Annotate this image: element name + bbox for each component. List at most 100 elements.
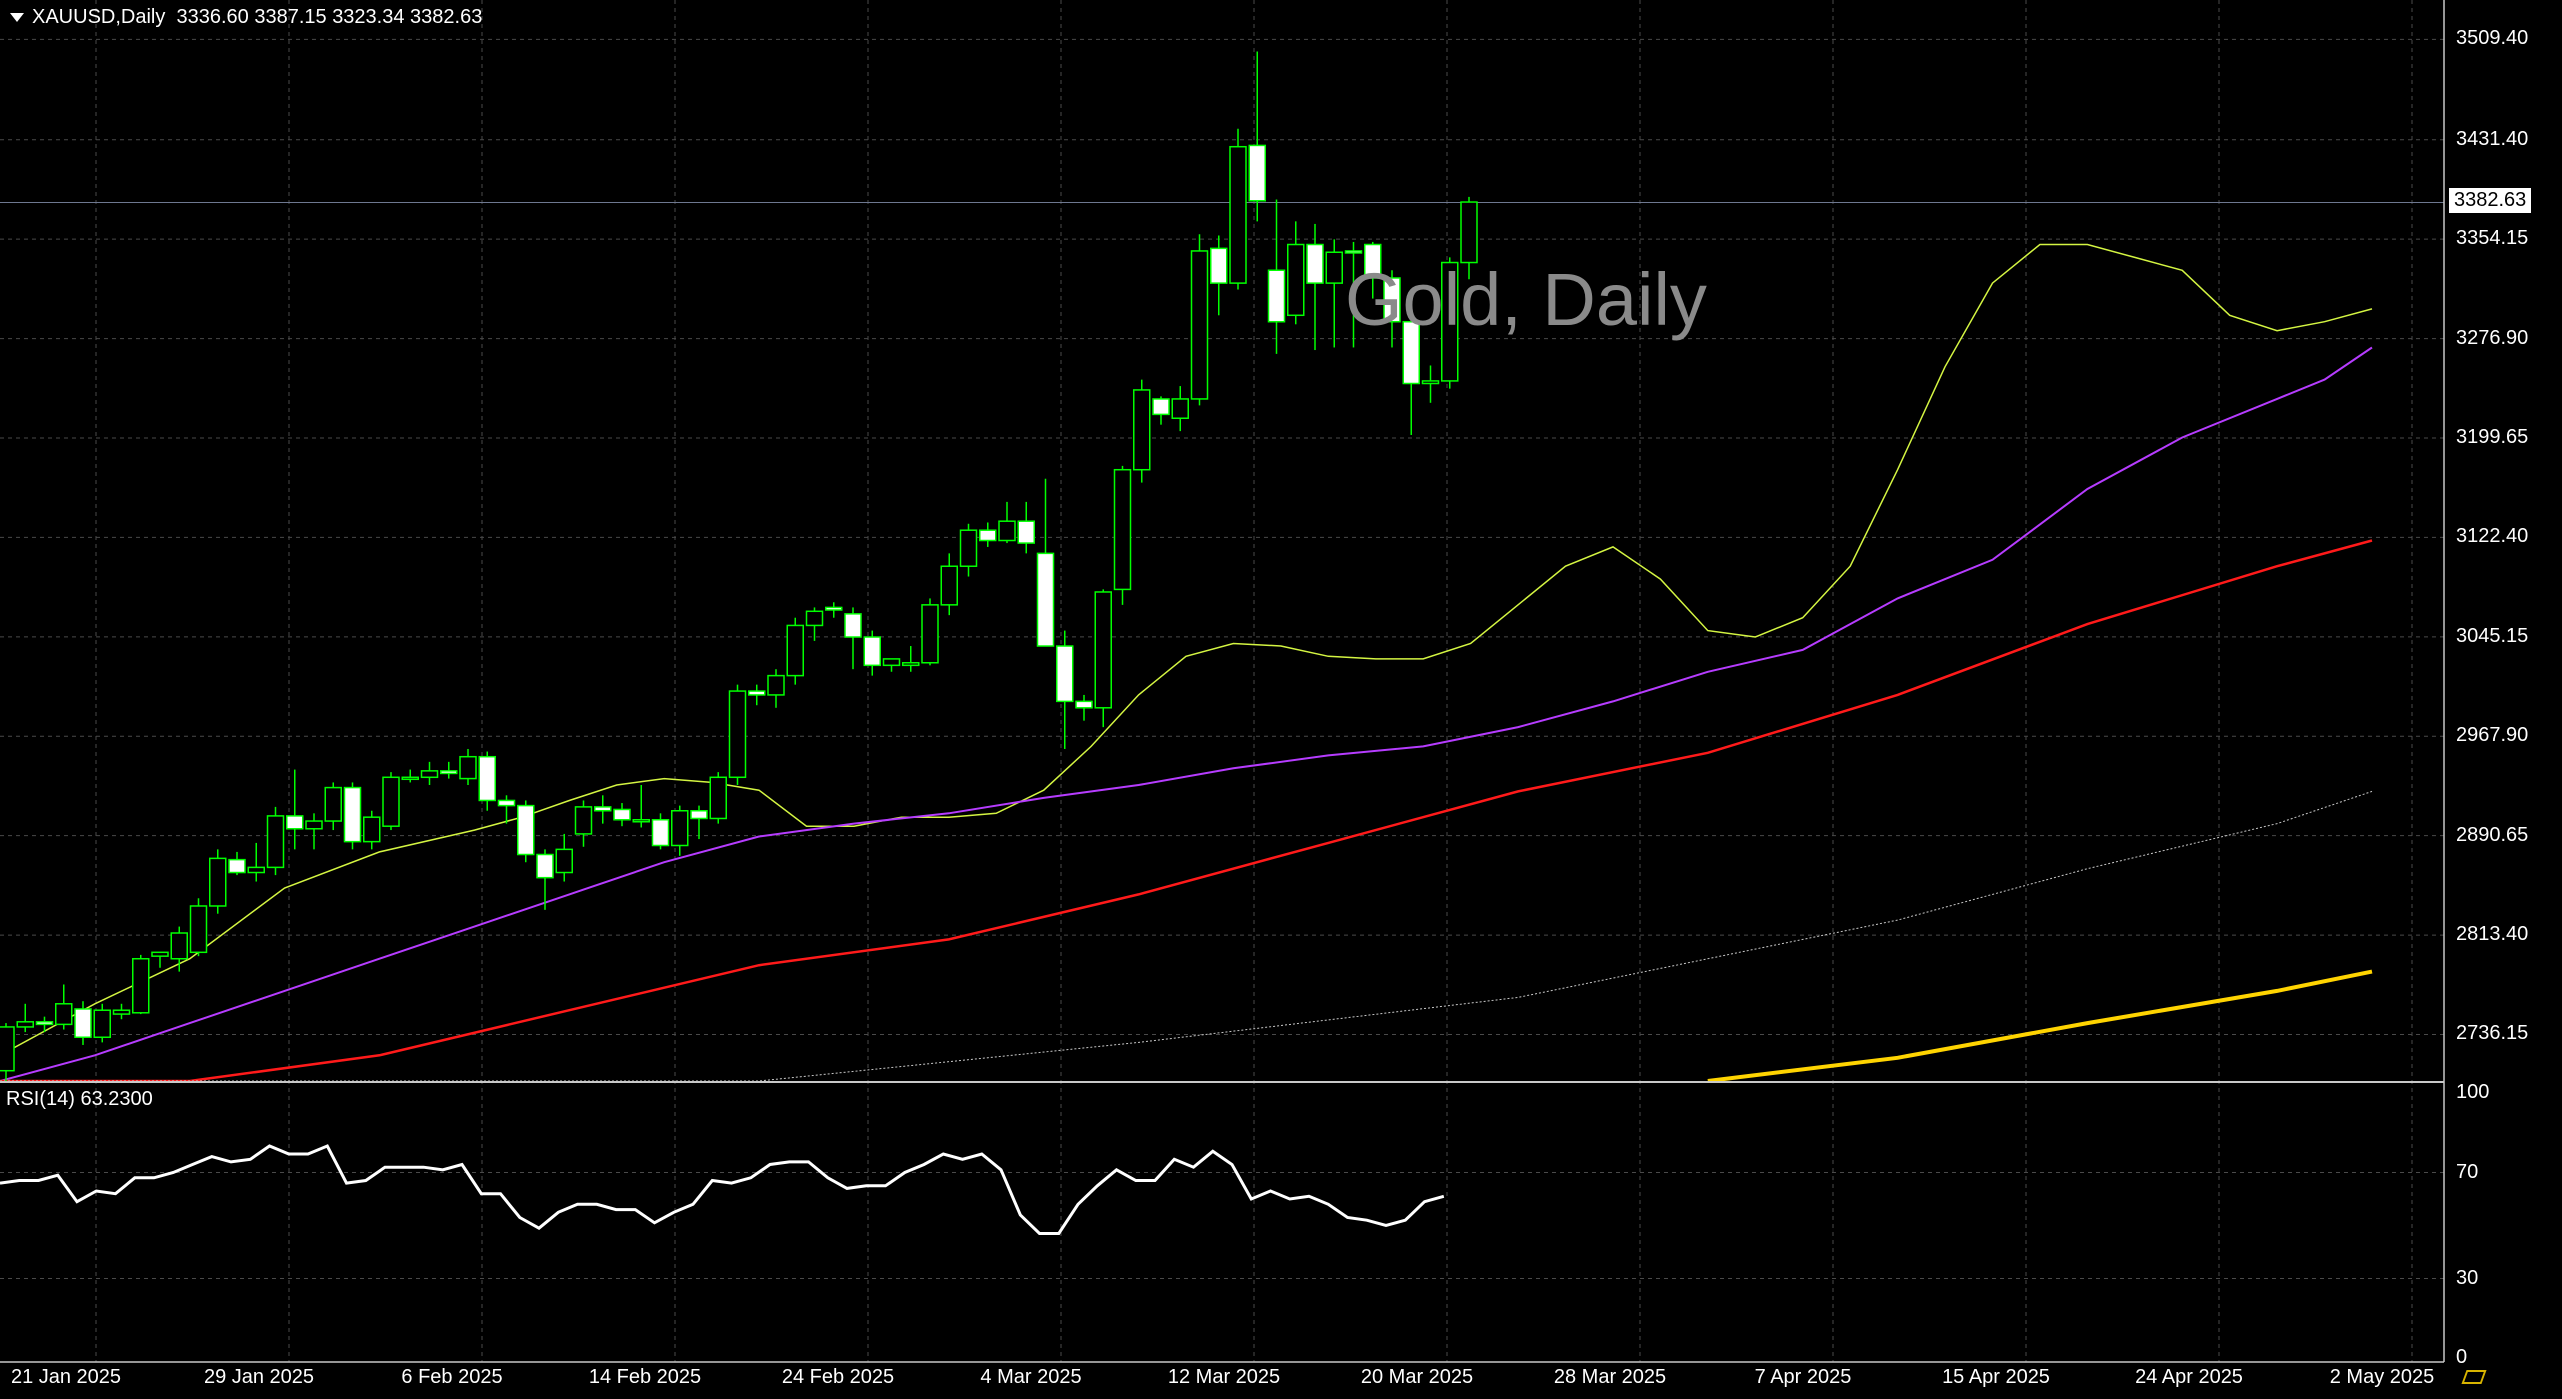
candle-body [1460, 201, 1478, 264]
date-tick-label: 20 Mar 2025 [1360, 1366, 1474, 1388]
price-tick-label: 3045.15 [2456, 624, 2529, 647]
candle-body [55, 1003, 73, 1026]
candle-body [748, 690, 766, 696]
candle-body [863, 636, 881, 667]
candle-body [882, 658, 901, 667]
candle-body [459, 755, 477, 780]
candle-body [170, 932, 188, 960]
candle-body [324, 786, 342, 822]
candle-body [632, 819, 650, 823]
candle-body [959, 529, 978, 567]
candle-body [651, 819, 670, 847]
candle-body [613, 808, 631, 821]
candle-body [728, 690, 747, 779]
candle-body [1056, 645, 1074, 703]
dropdown-icon[interactable] [10, 13, 24, 23]
candle-body [844, 613, 862, 638]
symbol-label: XAUUSD,Daily [32, 6, 166, 28]
rsi-level-label: 30 [2456, 1266, 2479, 1289]
price-tick-label: 3199.65 [2456, 425, 2529, 448]
rsi-line [0, 1144, 1445, 1235]
price-tick-label: 3276.90 [2456, 326, 2529, 349]
candle-body [902, 662, 920, 667]
candle-body [401, 776, 419, 781]
date-tick-label: 28 Mar 2025 [1553, 1366, 1667, 1388]
rsi-header: RSI(14) 63.2300 [6, 1088, 153, 1110]
candle-body [709, 776, 727, 820]
date-tick-label: 21 Jan 2025 [10, 1366, 122, 1388]
chart-watermark: Gold, Daily [1345, 258, 1707, 341]
candle-body [1017, 520, 1035, 544]
candle-body [209, 857, 227, 907]
rsi-level-label: 100 [2456, 1081, 2490, 1103]
date-tick-label: 14 Feb 2025 [588, 1366, 702, 1388]
logo-icon [2461, 1370, 2487, 1384]
candle-body [825, 606, 843, 611]
price-tick-label: 2813.40 [2456, 923, 2529, 946]
candle-body [286, 815, 304, 830]
rsi-level-label: 0 [2456, 1346, 2468, 1368]
date-tick-label: 29 Jan 2025 [203, 1366, 315, 1388]
candle-body [343, 786, 362, 843]
date-tick-label: 15 Apr 2025 [1942, 1366, 2050, 1388]
candle-body [440, 770, 458, 775]
candle-body [1036, 552, 1055, 647]
candle-body [93, 1009, 111, 1038]
price-tick-label: 3354.15 [2456, 227, 2529, 250]
price-tick-label: 3122.40 [2456, 525, 2529, 548]
candle-body [940, 565, 958, 606]
candle-body [1113, 468, 1132, 591]
price-tick-label: 2890.65 [2456, 823, 2529, 846]
candle-body [1210, 247, 1228, 284]
candle-body [1229, 145, 1247, 284]
moving-averages [0, 243, 2373, 1083]
candle-body [1190, 250, 1209, 400]
date-tick-label: 7 Apr 2025 [1754, 1366, 1852, 1388]
chart-header: XAUUSD,Daily 3336.60 3387.15 3323.34 338… [10, 6, 482, 29]
price-tick-label: 2967.90 [2456, 724, 2529, 747]
candles[interactable] [0, 51, 1478, 1081]
candle-body [382, 776, 400, 827]
date-tick-label: 12 Mar 2025 [1167, 1366, 1281, 1388]
candle-body [805, 610, 824, 627]
candle-body [1152, 398, 1170, 416]
date-tick-label: 24 Apr 2025 [2135, 1366, 2243, 1388]
date-tick-label: 4 Mar 2025 [980, 1366, 1082, 1388]
brand-logo [2461, 1370, 2488, 1384]
candle-body [132, 957, 150, 1014]
candle-body [536, 853, 554, 879]
candle-body [1094, 591, 1112, 709]
candle-body [1325, 251, 1343, 284]
candle-body [151, 951, 169, 957]
candle-body [478, 755, 496, 802]
date-tick-label: 24 Feb 2025 [781, 1366, 895, 1388]
candle-body [921, 604, 939, 664]
price-tick-label: 3509.40 [2456, 27, 2529, 50]
candle-body [74, 1008, 92, 1038]
candle-body [112, 1009, 131, 1015]
ohlc-values: 3336.60 3387.15 3323.34 3382.63 [176, 6, 483, 28]
date-tick-label: 6 Feb 2025 [401, 1366, 503, 1388]
date-tick-label: 2 May 2025 [2329, 1366, 2435, 1388]
candle-body [786, 624, 804, 677]
candle-body [1075, 700, 1093, 709]
candle-body [1171, 398, 1189, 419]
candle-body [16, 1021, 34, 1028]
candle-body [1267, 269, 1286, 323]
candle-body [266, 815, 285, 869]
price-chart[interactable] [0, 0, 2562, 1399]
candle-body [189, 905, 208, 954]
ma-line-1 [0, 346, 2373, 1082]
last-price-label: 3382.63 [2449, 188, 2532, 213]
candle-body [555, 848, 573, 874]
candle-body [1287, 243, 1305, 317]
candle-body [671, 810, 689, 847]
rsi-panel [0, 1144, 1445, 1235]
candle-body [574, 806, 593, 835]
candle-body [979, 529, 997, 542]
ma-line-4 [1707, 969, 2373, 1083]
candle-body [767, 674, 785, 696]
candle-body [497, 799, 516, 807]
rsi-level-label: 70 [2456, 1160, 2479, 1183]
candle-body [305, 820, 323, 830]
